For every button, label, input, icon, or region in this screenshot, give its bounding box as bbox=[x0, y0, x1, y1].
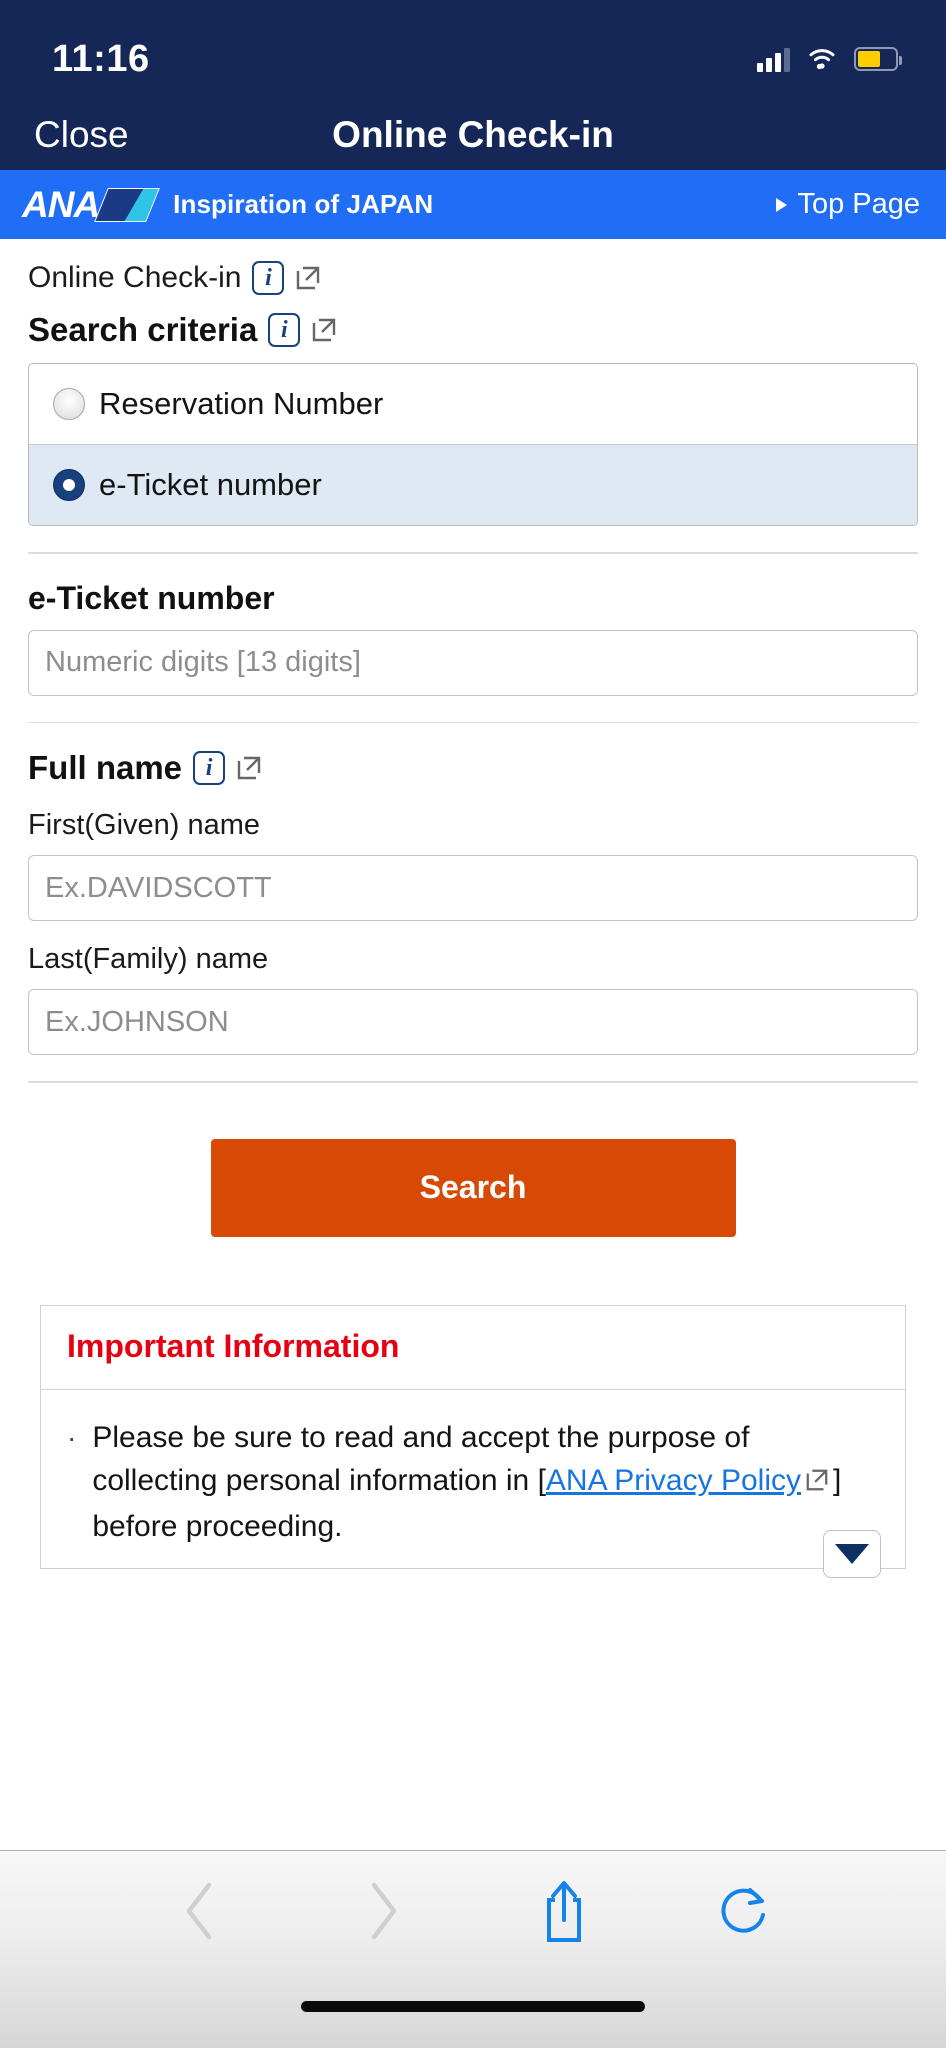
search-criteria-label: Search criteria bbox=[28, 311, 258, 348]
forward-button bbox=[292, 1879, 474, 1943]
scroll-down-button[interactable] bbox=[823, 1530, 881, 1578]
screen-root: 11:16 Close Online Check-in ANA Inspirat… bbox=[0, 0, 946, 2048]
eticket-label: e-Ticket number bbox=[28, 579, 275, 616]
full-name-label: Full name bbox=[28, 749, 183, 786]
last-name-label: Last(Family) name bbox=[28, 943, 269, 975]
first-name-field: First(Given) name bbox=[28, 787, 918, 921]
last-name-input[interactable] bbox=[28, 989, 918, 1055]
external-link-icon[interactable] bbox=[805, 1461, 829, 1505]
search-criteria-heading: Search criteria i bbox=[28, 295, 918, 349]
radio-option-eticket-number[interactable]: e-Ticket number bbox=[29, 444, 917, 525]
back-icon bbox=[186, 1882, 211, 1940]
important-information-body: · Please be sure to read and accept the … bbox=[41, 1390, 905, 1578]
external-link-icon[interactable] bbox=[236, 755, 262, 781]
full-name-heading: Full name i bbox=[28, 749, 918, 787]
breadcrumb-label: Online Check-in bbox=[28, 261, 242, 294]
toolbar-icons bbox=[0, 1851, 946, 1971]
triangle-right-icon bbox=[776, 197, 788, 212]
ios-status-bar: 11:16 bbox=[0, 0, 946, 100]
search-criteria-radio-group: Reservation Number e-Ticket number bbox=[28, 363, 918, 526]
page-content: Online Check-in i Search criteria i Rese… bbox=[0, 239, 946, 1578]
home-indicator bbox=[301, 2001, 645, 2012]
share-button[interactable] bbox=[473, 1878, 655, 1944]
cellular-signal-icon bbox=[757, 46, 790, 72]
battery-icon bbox=[854, 47, 902, 71]
status-time: 11:16 bbox=[52, 37, 150, 80]
share-icon bbox=[546, 1881, 581, 1942]
list-item: · Please be sure to read and accept the … bbox=[67, 1416, 879, 1549]
first-name-input[interactable] bbox=[28, 855, 918, 921]
close-button[interactable]: Close bbox=[34, 114, 129, 156]
info-icon[interactable]: i bbox=[252, 261, 285, 295]
bullet-icon: · bbox=[67, 1421, 77, 1453]
external-link-icon[interactable] bbox=[295, 265, 321, 291]
top-page-label: Top Page bbox=[797, 188, 920, 220]
back-button bbox=[110, 1879, 292, 1943]
ana-tail-fin-icon bbox=[94, 187, 161, 222]
external-link-icon[interactable] bbox=[311, 317, 337, 343]
reload-icon bbox=[721, 1888, 766, 1933]
reload-button[interactable] bbox=[655, 1881, 837, 1941]
ana-logo[interactable]: ANA bbox=[22, 184, 161, 225]
breadcrumb: Online Check-in i bbox=[28, 239, 918, 295]
important-information-heading: Important Information bbox=[41, 1306, 905, 1390]
radio-button-icon[interactable] bbox=[53, 388, 85, 420]
info-icon[interactable]: i bbox=[268, 313, 301, 347]
wifi-icon bbox=[809, 49, 835, 70]
ana-privacy-policy-link[interactable]: ANA Privacy Policy bbox=[546, 1464, 801, 1497]
eticket-number-input[interactable] bbox=[28, 629, 918, 696]
ana-tagline: Inspiration of JAPAN bbox=[173, 189, 434, 219]
info-icon[interactable]: i bbox=[193, 751, 226, 785]
status-indicators bbox=[757, 46, 902, 72]
modal-nav-bar: Close Online Check-in bbox=[0, 100, 946, 170]
radio-button-selected-icon[interactable] bbox=[53, 469, 85, 501]
chevron-down-icon bbox=[835, 1544, 869, 1564]
search-button[interactable]: Search bbox=[210, 1138, 736, 1237]
browser-toolbar bbox=[0, 1850, 946, 2048]
forward-icon bbox=[372, 1882, 397, 1940]
radio-option-label: Reservation Number bbox=[99, 386, 384, 421]
search-button-row: Search bbox=[28, 1083, 918, 1237]
radio-option-reservation-number[interactable]: Reservation Number bbox=[29, 364, 917, 444]
ana-brand-bar: ANA Inspiration of JAPAN Top Page bbox=[0, 170, 946, 239]
important-information-card: Important Information · Please be sure t… bbox=[40, 1304, 906, 1578]
eticket-field-group: e-Ticket number bbox=[28, 554, 918, 696]
top-page-link[interactable]: Top Page bbox=[776, 188, 920, 221]
radio-option-label: e-Ticket number bbox=[99, 467, 322, 502]
last-name-field: Last(Family) name bbox=[28, 921, 918, 1055]
ana-logo-text: ANA bbox=[22, 184, 100, 225]
first-name-label: First(Given) name bbox=[28, 809, 261, 841]
full-name-group: Full name i First(Given) name Last(Famil… bbox=[28, 723, 918, 1055]
notice-text: Please be sure to read and accept the pu… bbox=[92, 1416, 879, 1549]
page-title: Online Check-in bbox=[332, 114, 614, 155]
